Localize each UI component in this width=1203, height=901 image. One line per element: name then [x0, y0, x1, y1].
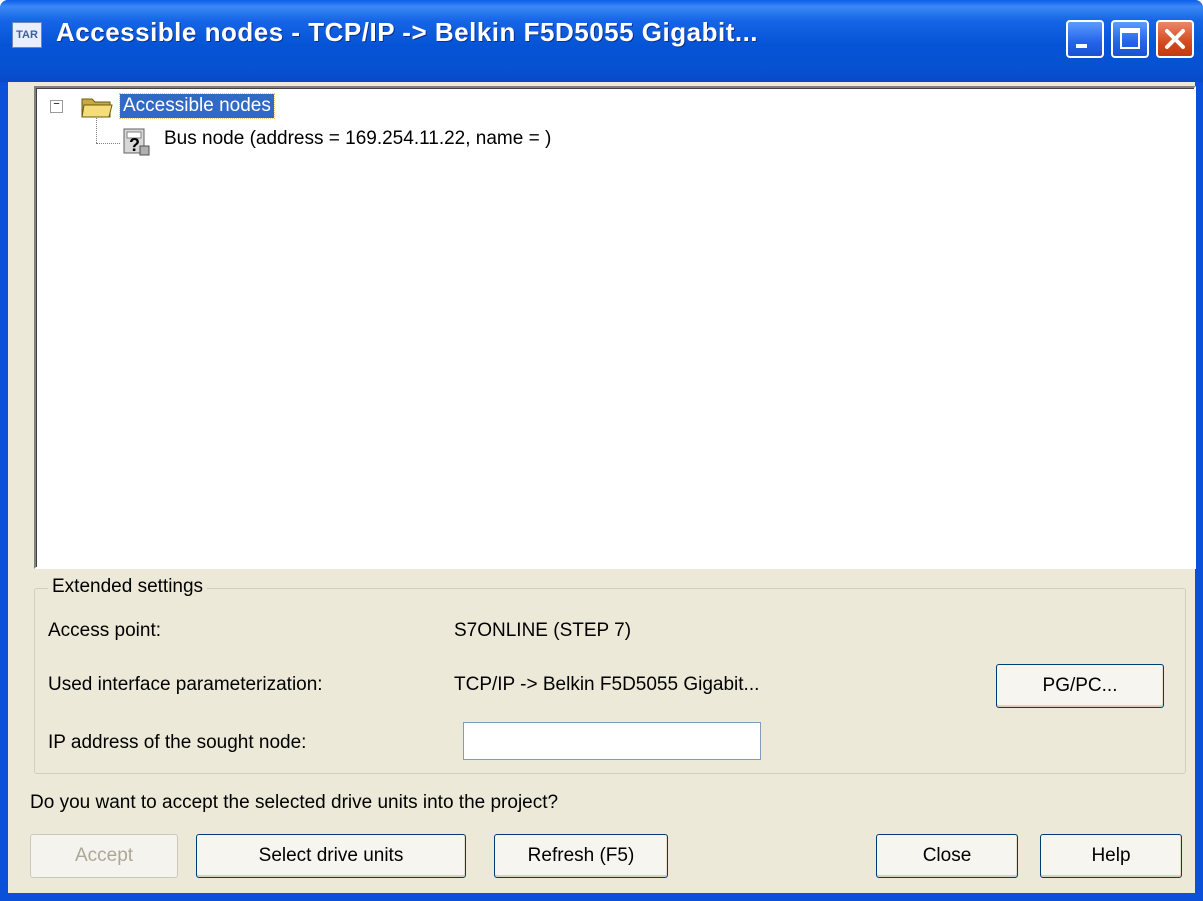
window-title: Accessible nodes - TCP/IP -> Belkin F5D5… — [56, 17, 759, 47]
tree-connector — [96, 118, 97, 143]
extended-settings-legend: Extended settings — [48, 576, 208, 598]
refresh-button[interactable]: Refresh (F5) — [494, 834, 668, 878]
ip-address-label: IP address of the sought node: — [48, 732, 307, 753]
access-point-value: S7ONLINE (STEP 7) — [454, 620, 632, 641]
interface-label: Used interface parameterization: — [48, 674, 323, 695]
unknown-node-icon: ? — [123, 128, 150, 156]
maximize-button[interactable] — [1111, 20, 1149, 58]
tree-item-bus-node[interactable]: Bus node (address = 169.254.11.22, name … — [164, 128, 551, 150]
title-bar[interactable]: TAR Accessible nodes - TCP/IP -> Belkin … — [0, 0, 1203, 82]
select-drive-units-button[interactable]: Select drive units — [196, 834, 466, 878]
node-tree-view[interactable]: − Accessible nodes ? Bus node (address =… — [34, 86, 1196, 569]
access-point-label: Access point: — [48, 620, 161, 641]
svg-text:?: ? — [129, 135, 140, 155]
close-button[interactable]: Close — [876, 834, 1018, 878]
tree-connector-branch — [96, 143, 120, 144]
minimize-icon — [1076, 44, 1087, 48]
folder-icon — [81, 98, 113, 118]
tree-root-accessible-nodes[interactable]: Accessible nodes — [119, 93, 275, 119]
ip-address-input[interactable] — [463, 722, 761, 760]
dialog-body: − Accessible nodes ? Bus node (address =… — [8, 82, 1196, 893]
accept-question-text: Do you want to accept the selected drive… — [30, 792, 559, 813]
accept-button[interactable]: Accept — [30, 834, 178, 878]
minimize-button[interactable] — [1066, 20, 1104, 58]
interface-value: TCP/IP -> Belkin F5D5055 Gigabit... — [454, 674, 760, 695]
dialog-window: TAR Accessible nodes - TCP/IP -> Belkin … — [0, 0, 1203, 901]
help-button[interactable]: Help — [1040, 834, 1182, 878]
maximize-icon — [1120, 28, 1140, 49]
close-icon — [1165, 29, 1185, 49]
close-window-button[interactable] — [1156, 20, 1194, 58]
collapse-toggle[interactable]: − — [50, 100, 63, 113]
pg-pc-button[interactable]: PG/PC... — [996, 664, 1164, 708]
app-icon: TAR — [12, 22, 42, 48]
